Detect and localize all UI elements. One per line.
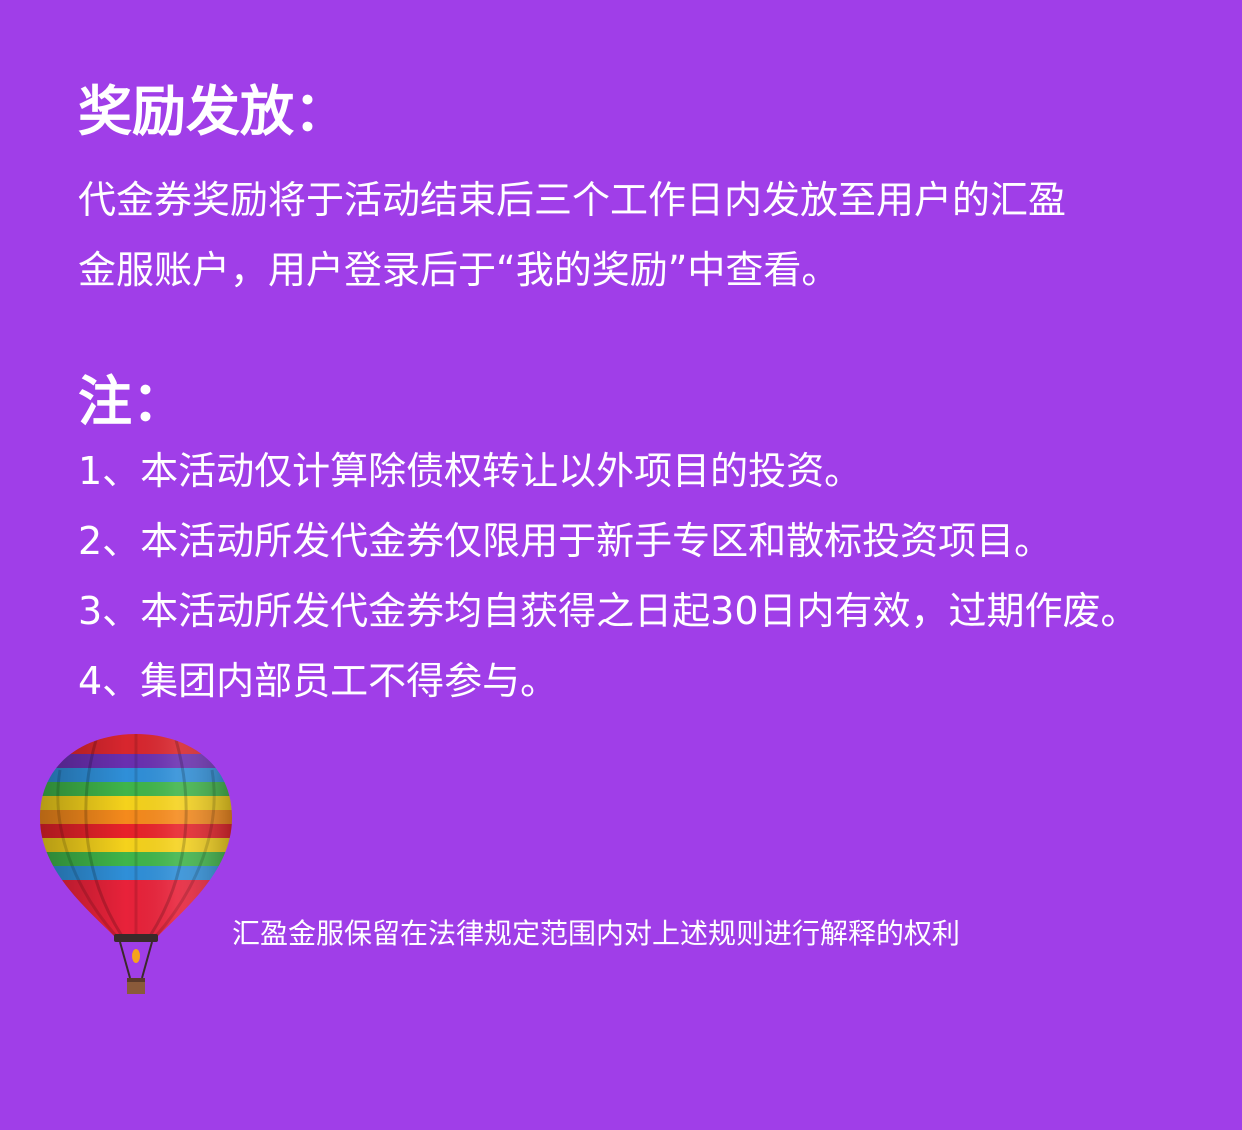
rights-reserved-note: 汇盈金服保留在法律规定范围内对上述规则进行解释的权利	[232, 917, 961, 950]
note-item-2: 2、本活动所发代金券仅限用于新手专区和散标投资项目。	[78, 519, 1053, 563]
rules-page: 奖励发放： 代金券奖励将于活动结束后三个工作日内发放至用户的汇盈 金服账户，用户…	[0, 0, 1242, 1130]
reward-line-1: 代金券奖励将于活动结束后三个工作日内发放至用户的汇盈	[78, 178, 1067, 222]
reward-line-2: 金服账户，用户登录后于“我的奖励”中查看。	[78, 248, 840, 292]
reward-description: 代金券奖励将于活动结束后三个工作日内发放至用户的汇盈 金服账户，用户登录后于“我…	[78, 165, 1198, 305]
note-item-4: 4、集团内部员工不得参与。	[78, 659, 559, 703]
hot-air-balloon-icon	[40, 734, 232, 994]
notes-section-title: 注：	[78, 370, 186, 433]
note-item-1: 1、本活动仅计算除债权转让以外项目的投资。	[78, 449, 863, 493]
note-item-3: 3、本活动所发代金券均自获得之日起30日内有效，过期作废。	[78, 589, 1139, 633]
reward-section-title: 奖励发放：	[78, 80, 348, 143]
notes-list: 1、本活动仅计算除债权转让以外项目的投资。 2、本活动所发代金券仅限用于新手专区…	[78, 436, 1238, 716]
